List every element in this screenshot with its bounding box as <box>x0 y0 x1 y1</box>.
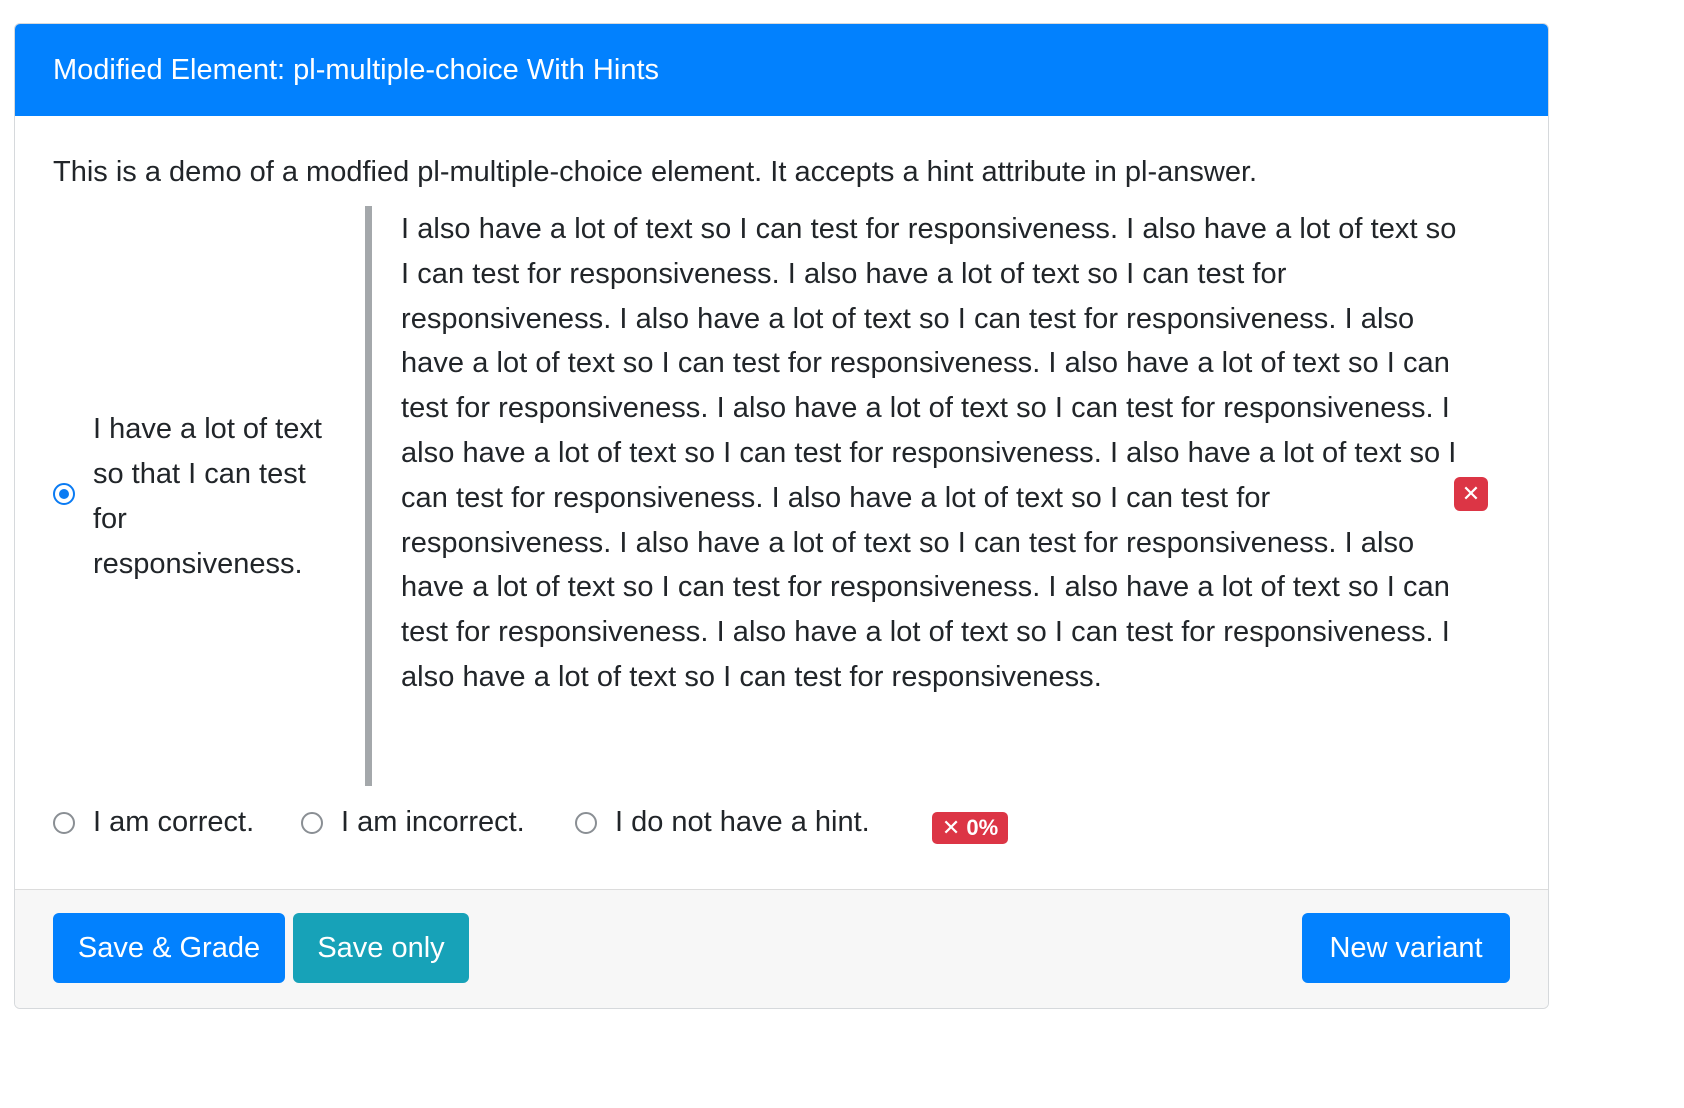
option-3-radio[interactable] <box>301 812 323 834</box>
hint-border <box>365 206 372 786</box>
save-only-button[interactable]: Save only <box>293 913 469 983</box>
question-title: Modified Element: pl-multiple-choice Wit… <box>53 53 659 86</box>
option-2-label[interactable]: I am correct. <box>93 806 254 839</box>
card-footer: Save & Grade Save only New variant <box>15 889 1548 1008</box>
option-3-label[interactable]: I am incorrect. <box>341 806 525 839</box>
option-2-radio[interactable] <box>53 812 75 834</box>
option-1-label[interactable]: I have a lot of text so that I can test … <box>93 407 343 587</box>
card-header: Modified Element: pl-multiple-choice Wit… <box>15 24 1548 116</box>
question-card: Modified Element: pl-multiple-choice Wit… <box>14 23 1549 1009</box>
save-grade-button[interactable]: Save & Grade <box>53 913 285 983</box>
question-intro: This is a demo of a modfied pl-multiple-… <box>53 156 1258 188</box>
option-4-radio[interactable] <box>575 812 597 834</box>
new-variant-button[interactable]: New variant <box>1302 913 1510 983</box>
option-1-radio[interactable] <box>53 483 75 505</box>
score-badge: ✕ 0% <box>932 812 1008 844</box>
option-4-label[interactable]: I do not have a hint. <box>615 806 870 839</box>
option-1-hint: I also have a lot of text so I can test … <box>401 213 1457 693</box>
incorrect-feedback-icon: ✕ <box>1454 477 1488 511</box>
